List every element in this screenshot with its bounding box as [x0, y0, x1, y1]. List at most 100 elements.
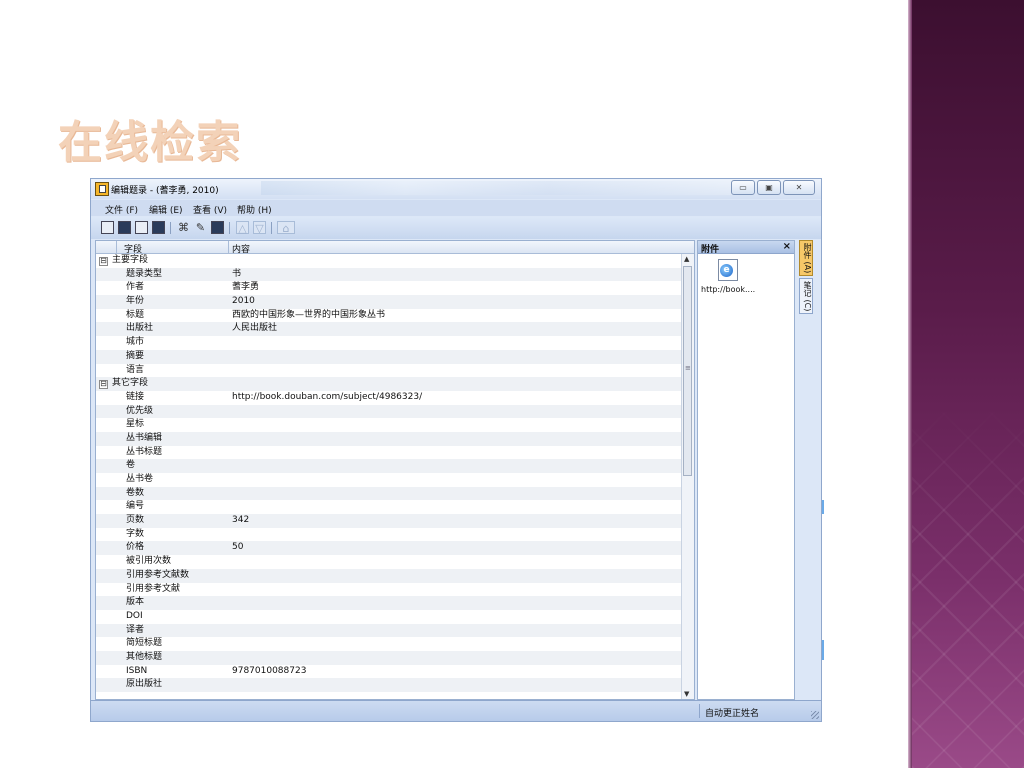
- toolbar: ⌘ ✎ △ ▽ ⌂: [91, 217, 821, 239]
- move-down-icon[interactable]: ▽: [253, 221, 266, 235]
- field-name-cell: 引用参考文献数: [126, 569, 190, 580]
- table-row[interactable]: 优先级: [96, 404, 682, 419]
- edit-reference-window: 编辑题录 - (蓍李勇, 2010) ▭ ▣ ✕ 文件 (F) 编辑 (E) 查…: [90, 178, 822, 722]
- field-value-cell[interactable]: 蓍李勇: [232, 281, 259, 295]
- field-name-cell: ISBN: [126, 665, 148, 676]
- table-row[interactable]: 丛书卷: [96, 473, 682, 487]
- field-name-cell: 标题: [126, 309, 145, 320]
- table-row[interactable]: 年份 2010: [96, 295, 682, 309]
- table-row[interactable]: 作者 蓍李勇: [96, 281, 682, 295]
- table-row[interactable]: 丛书编辑: [96, 431, 682, 446]
- attachment-panel-title: 附件: [701, 245, 720, 255]
- field-name-cell: 语言: [126, 364, 145, 375]
- field-value-cell[interactable]: 西欧的中国形象—世界的中国形象丛书: [232, 309, 385, 323]
- field-name-cell: DOI: [126, 610, 143, 621]
- table-row[interactable]: 卷: [96, 459, 682, 473]
- field-value-cell[interactable]: http://book.douban.com/subject/4986323/: [232, 391, 422, 405]
- table-row[interactable]: 版本: [96, 596, 682, 610]
- resize-grip-icon[interactable]: [811, 711, 819, 719]
- group-label: 主要字段: [112, 255, 149, 265]
- tab-attachments[interactable]: 附件 (A): [799, 240, 813, 276]
- group-label: 其它字段: [112, 378, 149, 389]
- attachment-close-icon[interactable]: ×: [783, 241, 791, 252]
- toolbar-separator: [170, 222, 171, 234]
- collapse-icon[interactable]: ⊟: [99, 257, 108, 266]
- table-row[interactable]: 星标: [96, 418, 682, 432]
- status-separator: [699, 704, 700, 718]
- table-row[interactable]: 引用参考文献数: [96, 568, 682, 583]
- table-row[interactable]: 出版社 人民出版社: [96, 322, 682, 337]
- move-up-icon[interactable]: △: [236, 221, 249, 235]
- field-value-cell[interactable]: 9787010088723: [232, 665, 306, 679]
- close-button[interactable]: ✕: [783, 180, 815, 195]
- attachment-item-label[interactable]: http://book....: [701, 285, 755, 294]
- field-name-cell: 城市: [126, 337, 145, 348]
- field-grid: 字段 内容 ⊟ 主要字段 题录类型 书作者 蓍李勇 年份 2010 标题 西欧的中国形象—世界的…: [95, 240, 695, 700]
- paste-icon[interactable]: [152, 221, 165, 234]
- field-name-cell: 链接: [126, 391, 145, 402]
- status-autocorrect-names: 自动更正姓名: [705, 709, 760, 719]
- field-value-cell[interactable]: 50: [232, 541, 243, 555]
- app-icon: [95, 182, 109, 196]
- table-row[interactable]: 卷数: [96, 486, 682, 501]
- attachment-panel: 附件 × e http://book....: [697, 240, 795, 700]
- export-icon[interactable]: [211, 221, 224, 234]
- group-row[interactable]: ⊟ 其它字段: [96, 377, 682, 391]
- table-row[interactable]: 字数: [96, 528, 682, 542]
- background-ghost: [261, 181, 741, 195]
- field-name-cell: 版本: [126, 597, 145, 608]
- grid-scrollbar[interactable]: ▲ ≡ ▼: [681, 254, 694, 699]
- field-name-cell: 出版社: [126, 323, 154, 334]
- table-row[interactable]: 被引用次数: [96, 555, 682, 569]
- table-row[interactable]: 语言: [96, 364, 682, 378]
- table-row[interactable]: 丛书标题: [96, 446, 682, 460]
- field-name-cell: 价格: [126, 542, 145, 553]
- table-row[interactable]: ISBN 9787010088723: [96, 665, 682, 679]
- scroll-down-icon[interactable]: ▼: [684, 690, 689, 698]
- save-close-icon[interactable]: [118, 221, 131, 234]
- table-row[interactable]: 原出版社: [96, 678, 682, 692]
- minimize-button[interactable]: ▭: [731, 180, 755, 195]
- field-name-cell: 丛书卷: [126, 474, 154, 484]
- attachment-panel-header: 附件 ×: [698, 241, 794, 255]
- table-row[interactable]: 链接 http://book.douban.com/subject/4986323…: [96, 391, 682, 405]
- scroll-up-icon[interactable]: ▲: [684, 255, 689, 263]
- table-row[interactable]: 价格 50: [96, 541, 682, 556]
- table-row[interactable]: 题录类型 书: [96, 267, 682, 282]
- table-row[interactable]: 其他标题: [96, 650, 682, 665]
- field-name-cell: 引用参考文献: [126, 583, 181, 594]
- tab-notes[interactable]: 笔记 (C): [799, 278, 813, 314]
- collapse-icon[interactable]: ⊟: [99, 380, 108, 390]
- table-row[interactable]: 简短标题: [96, 637, 682, 651]
- disabled-tool-icon[interactable]: ⌂: [277, 221, 295, 235]
- edit-pen-icon[interactable]: ✎: [194, 221, 207, 234]
- table-row[interactable]: 编号: [96, 500, 682, 514]
- column-separator: [116, 241, 117, 253]
- table-row[interactable]: 引用参考文献: [96, 583, 682, 597]
- table-row[interactable]: DOI: [96, 610, 682, 624]
- table-row[interactable]: 页数 342: [96, 514, 682, 528]
- field-value-cell[interactable]: 书: [232, 268, 241, 282]
- slide-band-edge: [908, 0, 912, 768]
- maximize-button[interactable]: ▣: [757, 180, 781, 195]
- menu-help[interactable]: 帮助 (H): [237, 203, 272, 216]
- copy-icon[interactable]: [135, 221, 148, 234]
- field-name-cell: 优先级: [126, 405, 154, 416]
- merge-icon[interactable]: ⌘: [177, 221, 190, 234]
- group-row[interactable]: ⊟ 主要字段: [96, 254, 682, 268]
- table-row[interactable]: 摘要: [96, 349, 682, 364]
- field-value-cell[interactable]: 2010: [232, 295, 255, 309]
- table-row[interactable]: 标题 西欧的中国形象—世界的中国形象丛书: [96, 309, 682, 323]
- side-tabs: 附件 (A) 笔记 (C): [797, 240, 815, 700]
- field-value-cell[interactable]: 342: [232, 514, 249, 528]
- menu-view[interactable]: 查看 (V): [193, 203, 227, 216]
- ie-link-icon[interactable]: e: [718, 259, 738, 281]
- field-name-cell: 题录类型: [126, 268, 163, 279]
- menu-file[interactable]: 文件 (F): [105, 203, 138, 216]
- table-row[interactable]: 译者: [96, 623, 682, 638]
- window-titlebar[interactable]: 编辑题录 - (蓍李勇, 2010) ▭ ▣ ✕: [91, 179, 821, 199]
- menu-edit[interactable]: 编辑 (E): [149, 203, 183, 216]
- table-row[interactable]: 城市: [96, 336, 682, 350]
- save-icon[interactable]: [101, 221, 114, 234]
- field-value-cell[interactable]: 人民出版社: [232, 322, 277, 336]
